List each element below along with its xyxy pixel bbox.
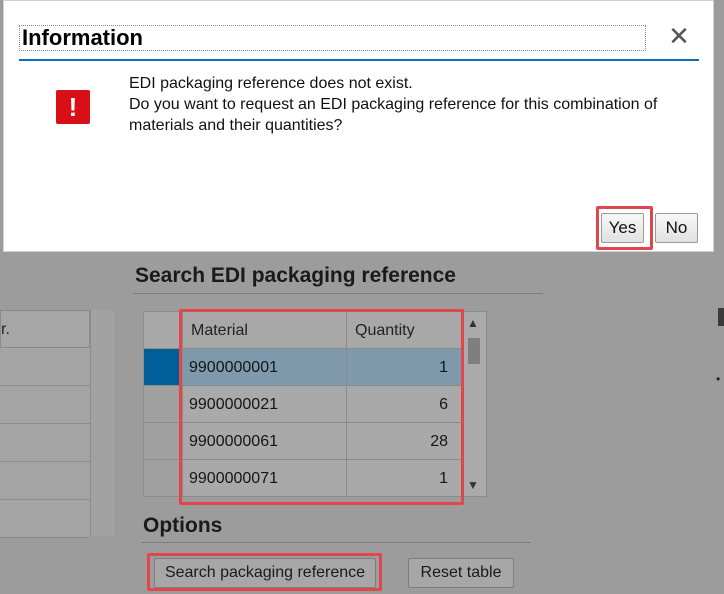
no-button[interactable]: No <box>655 213 698 243</box>
dialog-message: EDI packaging reference does not exist. … <box>129 73 657 136</box>
material-cell[interactable]: 9900000021 <box>183 386 347 423</box>
table-row[interactable]: 9900000061 28 <box>144 423 462 460</box>
quantity-cell[interactable]: 6 <box>347 386 462 423</box>
left-table-scroll-area <box>90 310 114 536</box>
quantity-cell[interactable]: 1 <box>347 349 462 386</box>
left-table-row[interactable] <box>0 348 90 386</box>
table-row[interactable]: 9900000021 6 <box>144 386 462 423</box>
column-header-quantity[interactable]: Quantity <box>347 312 462 349</box>
close-icon[interactable]: ✕ <box>666 23 692 49</box>
column-header-material[interactable]: Material <box>183 312 347 349</box>
message-line: Do you want to request an EDI packaging … <box>129 96 658 113</box>
row-selector[interactable] <box>144 349 183 386</box>
chevron-down-icon[interactable]: ▼ <box>467 478 479 492</box>
yes-button[interactable]: Yes <box>601 213 644 243</box>
dialog-title-divider <box>19 59 699 61</box>
left-table: r. <box>0 310 115 538</box>
table-scrollbar[interactable]: ▲ ▼ <box>462 312 486 496</box>
quantity-cell[interactable]: 1 <box>347 460 462 497</box>
error-icon: ! <box>56 90 90 124</box>
page-edge-scrollbar[interactable] <box>718 308 724 326</box>
dialog-title: Information <box>19 25 646 51</box>
row-selector[interactable] <box>144 423 183 460</box>
reset-table-button[interactable]: Reset table <box>408 558 514 588</box>
section-divider <box>141 542 531 543</box>
left-table-row[interactable] <box>0 386 90 424</box>
left-table-row[interactable] <box>0 424 90 462</box>
material-cell[interactable]: 9900000071 <box>183 460 347 497</box>
left-table-row[interactable] <box>0 462 90 500</box>
table-row[interactable]: 9900000001 1 <box>144 349 462 386</box>
chevron-up-icon[interactable]: ▲ <box>467 316 479 330</box>
scrollbar-thumb[interactable] <box>468 338 480 364</box>
cursor-mark-icon: • <box>716 372 721 386</box>
message-line: materials and their quantities? <box>129 117 343 134</box>
information-dialog: Information ✕ ! EDI packaging reference … <box>3 0 714 252</box>
search-section-title: Search EDI packaging reference <box>135 264 456 287</box>
row-selector[interactable] <box>144 460 183 497</box>
quantity-cell[interactable]: 28 <box>347 423 462 460</box>
row-selector-header[interactable] <box>144 312 183 349</box>
material-cell[interactable]: 9900000061 <box>183 423 347 460</box>
row-selector[interactable] <box>144 386 183 423</box>
search-packaging-reference-button[interactable]: Search packaging reference <box>154 558 376 588</box>
material-cell[interactable]: 9900000001 <box>183 349 347 386</box>
table-row[interactable]: 9900000071 1 <box>144 460 462 497</box>
materials-table: Material Quantity 9900000001 1 990000002… <box>143 311 487 497</box>
left-table-row[interactable] <box>0 500 90 538</box>
left-table-header: r. <box>0 310 90 348</box>
message-line: EDI packaging reference does not exist. <box>129 75 413 92</box>
section-divider <box>133 293 543 294</box>
options-section-title: Options <box>143 514 223 537</box>
